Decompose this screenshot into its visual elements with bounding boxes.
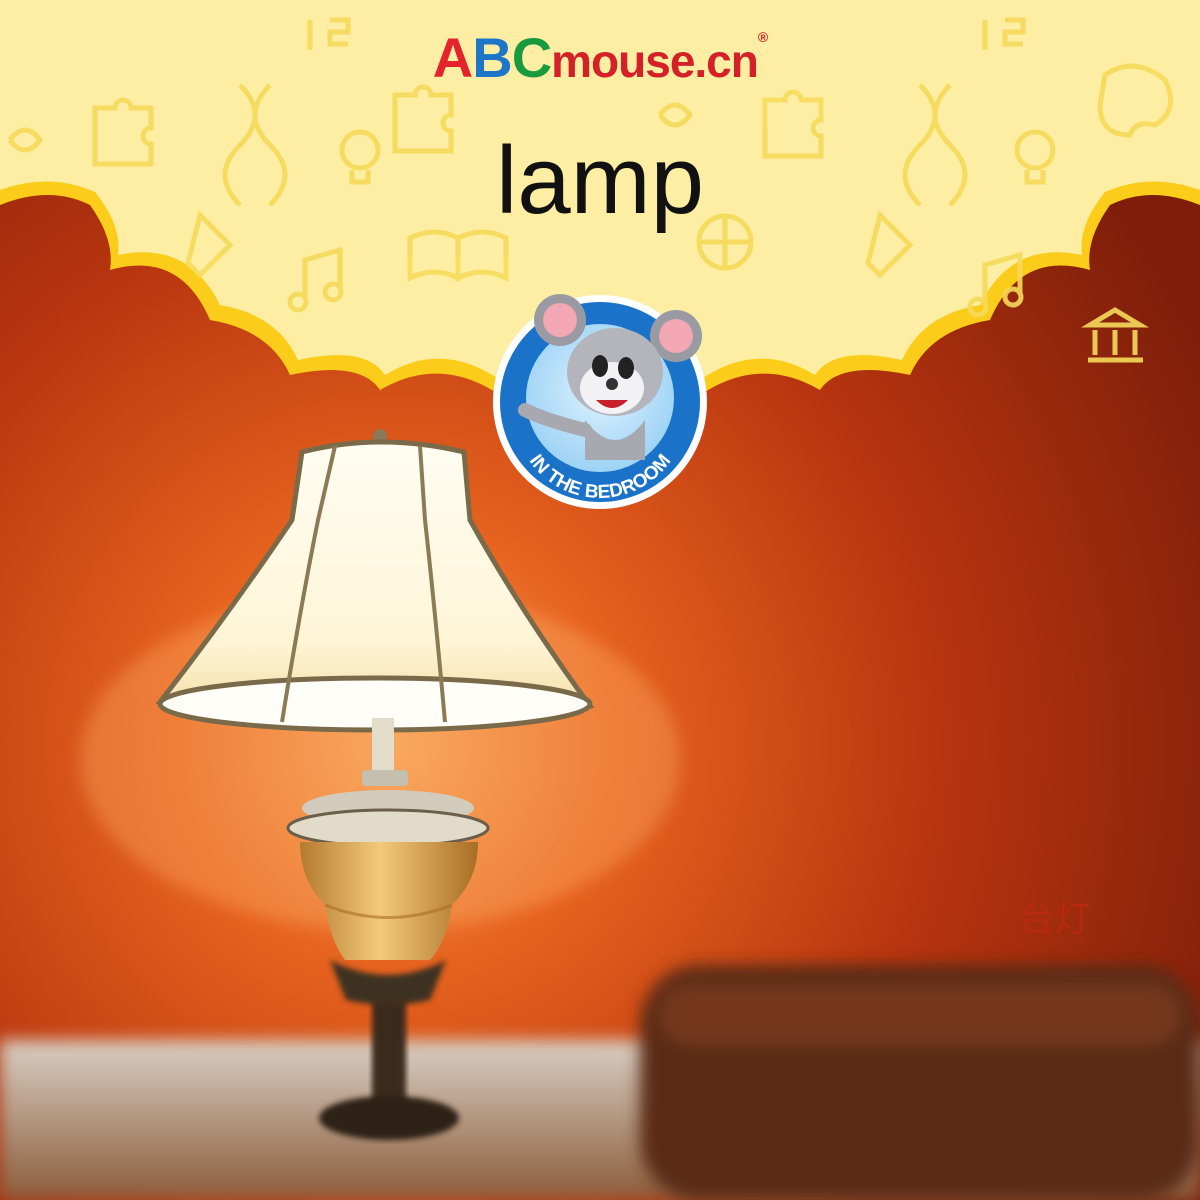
logo-text: mouse.cn bbox=[551, 35, 759, 87]
in-the-bedroom-badge: IN THE BEDROOM bbox=[493, 294, 707, 509]
abcmouse-logo: ABCmouse.cn® bbox=[0, 30, 1200, 86]
vocabulary-word: lamp bbox=[495, 127, 705, 234]
logo-letter-a: A bbox=[432, 26, 473, 89]
logo-letter-b: B bbox=[472, 26, 512, 89]
logo-letter-c: C bbox=[511, 26, 552, 89]
chair bbox=[640, 965, 1200, 1200]
chinese-translation: 台灯 bbox=[1018, 899, 1091, 940]
registered-mark: ® bbox=[757, 29, 768, 45]
